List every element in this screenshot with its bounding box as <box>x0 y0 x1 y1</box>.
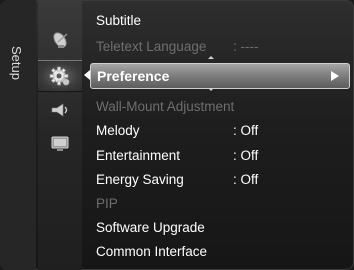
menu-item-label: Software Upgrade <box>96 220 205 235</box>
menu-item-energy-saving[interactable]: Energy Saving : Off <box>90 168 352 191</box>
speaker-icon[interactable] <box>38 95 82 125</box>
setup-side-tab[interactable]: Setup <box>0 0 36 270</box>
setup-menu-panel: Setup Subtitle Teletext Language: ---- … <box>0 0 354 270</box>
menu-item-value: : Off <box>233 148 259 163</box>
menu-item-label: Preference <box>97 68 170 84</box>
menu-item-label: Subtitle <box>96 13 142 28</box>
scroll-down-indicator <box>208 88 214 91</box>
menu-item-teletext-language: Teletext Language : ---- <box>90 35 352 58</box>
menu-item-label: Melody <box>96 123 140 138</box>
menu-item-preference[interactable]: Preference <box>90 63 350 89</box>
gear-icon[interactable] <box>38 60 82 92</box>
menu-item-label: Teletext Language <box>96 39 207 54</box>
menu-item-entertainment[interactable]: Entertainment : Off <box>90 144 352 167</box>
menu-item-melody[interactable]: Melody : Off <box>90 119 352 142</box>
menu-item-pip: PIP <box>90 192 352 215</box>
menu-item-label: Wall-Mount Adjustment <box>96 99 235 114</box>
scroll-up-indicator <box>208 56 214 59</box>
menu-item-label: Entertainment <box>96 148 181 163</box>
menu-item-wall-mount-adjustment: Wall-Mount Adjustment <box>90 95 352 118</box>
menu-item-label: Common Interface <box>96 244 208 259</box>
category-icon-column <box>38 0 82 270</box>
satellite-dish-icon[interactable] <box>38 25 82 55</box>
input-source-icon[interactable] <box>38 128 82 158</box>
setup-menu-list: Subtitle Teletext Language : ---- Prefer… <box>90 0 354 270</box>
menu-item-software-upgrade[interactable]: Software Upgrade <box>90 216 352 239</box>
menu-item-common-interface[interactable]: Common Interface <box>90 240 352 263</box>
menu-item-value: : Off <box>233 123 259 138</box>
menu-item-value: : ---- <box>233 39 259 54</box>
menu-item-label: PIP <box>96 196 118 211</box>
menu-item-subtitle[interactable]: Subtitle <box>90 9 352 32</box>
submenu-arrow-icon <box>331 71 339 81</box>
menu-item-label: Energy Saving <box>96 172 184 187</box>
menu-item-value: : Off <box>233 172 259 187</box>
side-tab-label: Setup <box>9 46 24 80</box>
